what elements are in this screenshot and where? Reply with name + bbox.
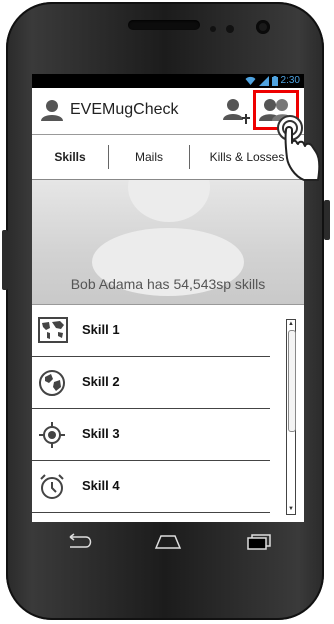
skillpoints-text: Bob Adama has 54,543sp skills (70, 276, 266, 292)
tab-skills[interactable]: Skills (32, 135, 108, 179)
scroll-down-arrow[interactable]: ▼ (287, 505, 295, 514)
skill-label: Skill 2 (82, 374, 120, 389)
globe-icon (39, 370, 65, 396)
profile-banner: Bob Adama has 54,543sp skills (32, 180, 304, 305)
screen: 2:30 EVEMugCheck Skills Mails Kills & Lo… (32, 74, 304, 522)
user-icon (41, 100, 63, 121)
list-item[interactable]: Skill 2 (32, 357, 273, 409)
tap-hand-icon (277, 115, 321, 181)
scroll-up-arrow[interactable]: ▲ (287, 320, 295, 329)
app-title: EVEMugCheck (70, 101, 179, 118)
list-item[interactable]: Skill 3 (32, 409, 273, 461)
skill-list: Skill 1 Skill 2 Skill 3 Skill 4 ▲ ▼ (32, 305, 304, 522)
list-scrollbar[interactable]: ▲ ▼ (286, 319, 296, 515)
avatar-silhouette (128, 180, 210, 222)
system-nav-bar (32, 522, 304, 562)
app-bar: EVEMugCheck (32, 88, 304, 135)
skill-label: Skill 3 (82, 426, 120, 441)
status-time: 2:30 (280, 75, 300, 86)
skill-label: Skill 4 (82, 478, 120, 493)
home-icon[interactable] (153, 533, 183, 551)
wifi-icon (245, 76, 256, 85)
recent-apps-icon[interactable] (244, 533, 274, 551)
volume-button (2, 230, 8, 290)
tab-bar: Skills Mails Kills & Losses (32, 135, 304, 180)
skill-label: Skill 1 (82, 322, 120, 337)
crosshair-icon (39, 422, 65, 448)
alarm-clock-icon (40, 474, 64, 499)
sensor-dot (210, 26, 216, 32)
tab-mails[interactable]: Mails (109, 135, 189, 179)
front-camera (256, 20, 270, 34)
power-button (324, 200, 330, 240)
list-item[interactable]: Skill 1 (32, 305, 273, 357)
sensor-dot (226, 25, 234, 33)
signal-icon (258, 75, 269, 86)
earpiece-speaker (128, 20, 200, 30)
back-icon[interactable] (62, 533, 92, 551)
add-user-icon[interactable] (222, 96, 250, 126)
status-bar: 2:30 (32, 74, 304, 88)
world-map-icon (38, 317, 68, 343)
battery-icon (271, 75, 278, 86)
list-item[interactable]: Skill 4 (32, 461, 273, 513)
divider (32, 512, 270, 513)
scroll-thumb[interactable] (288, 330, 296, 432)
